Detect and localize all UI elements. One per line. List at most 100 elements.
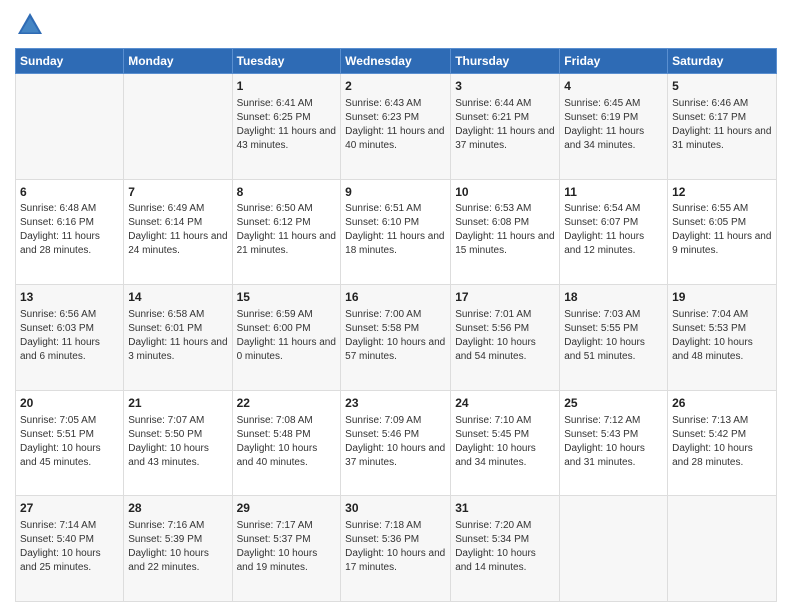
day-cell: 23 Sunrise: 7:09 AMSunset: 5:46 PMDayligh…	[341, 390, 451, 496]
day-number: 11	[564, 184, 663, 201]
day-number: 10	[455, 184, 555, 201]
day-info: Sunrise: 6:48 AMSunset: 6:16 PMDaylight:…	[20, 202, 119, 258]
header	[15, 10, 777, 40]
day-number: 30	[345, 500, 446, 517]
day-info: Sunrise: 6:53 AMSunset: 6:08 PMDaylight:…	[455, 202, 555, 258]
day-number: 24	[455, 395, 555, 412]
day-number: 6	[20, 184, 119, 201]
day-number: 12	[672, 184, 772, 201]
header-row: SundayMondayTuesdayWednesdayThursdayFrid…	[16, 49, 777, 74]
day-cell: 6Sunrise: 6:48 AMSunset: 6:16 PMDaylight…	[16, 179, 124, 285]
calendar-header: SundayMondayTuesdayWednesdayThursdayFrid…	[16, 49, 777, 74]
day-number: 2	[345, 78, 446, 95]
day-info: Sunrise: 6:55 AMSunset: 6:05 PMDaylight:…	[672, 202, 772, 258]
day-info: Sunrise: 7:04 AMSunset: 5:53 PMDaylight:…	[672, 308, 772, 364]
day-info: Sunrise: 7:00 AMSunset: 5:58 PMDaylight:…	[345, 308, 446, 364]
day-cell: 26Sunrise: 7:13 AMSunset: 5:42 PMDayligh…	[668, 390, 777, 496]
day-number: 21	[128, 395, 227, 412]
day-info: Sunrise: 6:56 AMSunset: 6:03 PMDaylight:…	[20, 308, 119, 364]
day-number: 29	[237, 500, 337, 517]
day-cell: 25 Sunrise: 7:12 AMSunset: 5:43 PMDayligh…	[560, 390, 668, 496]
header-cell-monday: Monday	[124, 49, 232, 74]
day-number: 28	[128, 500, 227, 517]
day-cell: 27Sunrise: 7:14 AMSunset: 5:40 PMDayligh…	[16, 496, 124, 602]
day-cell: 15Sunrise: 6:59 AMSunset: 6:00 PMDayligh…	[232, 285, 341, 391]
day-info: Sunrise: 7:12 AMSunset: 5:43 PMDaylight:…	[564, 414, 663, 470]
page: SundayMondayTuesdayWednesdayThursdayFrid…	[0, 0, 792, 612]
header-cell-thursday: Thursday	[451, 49, 560, 74]
day-number: 13	[20, 289, 119, 306]
day-info: Sunrise: 6:44 AMSunset: 6:21 PMDaylight:…	[455, 97, 555, 153]
day-info: Sunrise: 7:05 AMSunset: 5:51 PMDaylight:…	[20, 414, 119, 470]
day-cell	[16, 74, 124, 180]
day-info: Sunrise: 7:09 AMSunset: 5:46 PMDaylight:…	[345, 414, 446, 470]
day-number: 17	[455, 289, 555, 306]
day-number: 15	[237, 289, 337, 306]
day-cell	[124, 74, 232, 180]
day-info: Sunrise: 6:51 AMSunset: 6:10 PMDaylight:…	[345, 202, 446, 258]
day-cell: 4 Sunrise: 6:45 AMSunset: 6:19 PMDaylight…	[560, 74, 668, 180]
day-number: 19	[672, 289, 772, 306]
day-cell: 20 Sunrise: 7:05 AMSunset: 5:51 PMDayligh…	[16, 390, 124, 496]
day-cell: 22 Sunrise: 7:08 AMSunset: 5:48 PMDayligh…	[232, 390, 341, 496]
header-cell-friday: Friday	[560, 49, 668, 74]
day-cell: 3 Sunrise: 6:44 AMSunset: 6:21 PMDaylight…	[451, 74, 560, 180]
day-info: Sunrise: 6:46 AMSunset: 6:17 PMDaylight:…	[672, 97, 772, 153]
day-number: 23	[345, 395, 446, 412]
week-row-5: 27Sunrise: 7:14 AMSunset: 5:40 PMDayligh…	[16, 496, 777, 602]
day-cell: 28 Sunrise: 7:16 AMSunset: 5:39 PMDayligh…	[124, 496, 232, 602]
day-info: Sunrise: 6:43 AMSunset: 6:23 PMDaylight:…	[345, 97, 446, 153]
header-cell-saturday: Saturday	[668, 49, 777, 74]
day-cell: 11Sunrise: 6:54 AMSunset: 6:07 PMDayligh…	[560, 179, 668, 285]
day-cell: 9Sunrise: 6:51 AMSunset: 6:10 PMDaylight…	[341, 179, 451, 285]
day-number: 16	[345, 289, 446, 306]
header-cell-sunday: Sunday	[16, 49, 124, 74]
day-info: Sunrise: 6:41 AMSunset: 6:25 PMDaylight:…	[237, 97, 337, 153]
logo	[15, 10, 49, 40]
day-cell: 16 Sunrise: 7:00 AMSunset: 5:58 PMDayligh…	[341, 285, 451, 391]
day-number: 9	[345, 184, 446, 201]
day-info: Sunrise: 7:08 AMSunset: 5:48 PMDaylight:…	[237, 414, 337, 470]
day-info: Sunrise: 6:45 AMSunset: 6:19 PMDaylight:…	[564, 97, 663, 153]
day-cell: 5Sunrise: 6:46 AMSunset: 6:17 PMDaylight…	[668, 74, 777, 180]
day-number: 4	[564, 78, 663, 95]
day-cell: 13 Sunrise: 6:56 AMSunset: 6:03 PMDayligh…	[16, 285, 124, 391]
calendar-table: SundayMondayTuesdayWednesdayThursdayFrid…	[15, 48, 777, 602]
week-row-3: 13 Sunrise: 6:56 AMSunset: 6:03 PMDayligh…	[16, 285, 777, 391]
day-cell: 31Sunrise: 7:20 AMSunset: 5:34 PMDayligh…	[451, 496, 560, 602]
day-number: 27	[20, 500, 119, 517]
day-number: 14	[128, 289, 227, 306]
day-number: 20	[20, 395, 119, 412]
day-cell: 30Sunrise: 7:18 AMSunset: 5:36 PMDayligh…	[341, 496, 451, 602]
day-cell: 21Sunrise: 7:07 AMSunset: 5:50 PMDayligh…	[124, 390, 232, 496]
day-cell: 10Sunrise: 6:53 AMSunset: 6:08 PMDayligh…	[451, 179, 560, 285]
day-cell: 1 Sunrise: 6:41 AMSunset: 6:25 PMDaylight…	[232, 74, 341, 180]
week-row-4: 20 Sunrise: 7:05 AMSunset: 5:51 PMDayligh…	[16, 390, 777, 496]
header-cell-wednesday: Wednesday	[341, 49, 451, 74]
day-info: Sunrise: 7:10 AMSunset: 5:45 PMDaylight:…	[455, 414, 555, 470]
day-info: Sunrise: 7:17 AMSunset: 5:37 PMDaylight:…	[237, 519, 337, 575]
day-number: 18	[564, 289, 663, 306]
day-number: 1	[237, 78, 337, 95]
day-cell: 14 Sunrise: 6:58 AMSunset: 6:01 PMDayligh…	[124, 285, 232, 391]
day-number: 3	[455, 78, 555, 95]
day-cell	[560, 496, 668, 602]
day-cell	[668, 496, 777, 602]
day-cell: 2 Sunrise: 6:43 AMSunset: 6:23 PMDaylight…	[341, 74, 451, 180]
day-number: 22	[237, 395, 337, 412]
day-number: 25	[564, 395, 663, 412]
calendar-body: 1 Sunrise: 6:41 AMSunset: 6:25 PMDaylight…	[16, 74, 777, 602]
day-info: Sunrise: 6:54 AMSunset: 6:07 PMDaylight:…	[564, 202, 663, 258]
day-info: Sunrise: 7:16 AMSunset: 5:39 PMDaylight:…	[128, 519, 227, 575]
week-row-2: 6Sunrise: 6:48 AMSunset: 6:16 PMDaylight…	[16, 179, 777, 285]
day-info: Sunrise: 7:03 AMSunset: 5:55 PMDaylight:…	[564, 308, 663, 364]
day-cell: 19 Sunrise: 7:04 AMSunset: 5:53 PMDayligh…	[668, 285, 777, 391]
day-cell: 29 Sunrise: 7:17 AMSunset: 5:37 PMDayligh…	[232, 496, 341, 602]
day-cell: 7Sunrise: 6:49 AMSunset: 6:14 PMDaylight…	[124, 179, 232, 285]
logo-icon	[15, 10, 45, 40]
day-number: 7	[128, 184, 227, 201]
day-info: Sunrise: 7:01 AMSunset: 5:56 PMDaylight:…	[455, 308, 555, 364]
day-number: 26	[672, 395, 772, 412]
day-info: Sunrise: 6:58 AMSunset: 6:01 PMDaylight:…	[128, 308, 227, 364]
day-number: 8	[237, 184, 337, 201]
